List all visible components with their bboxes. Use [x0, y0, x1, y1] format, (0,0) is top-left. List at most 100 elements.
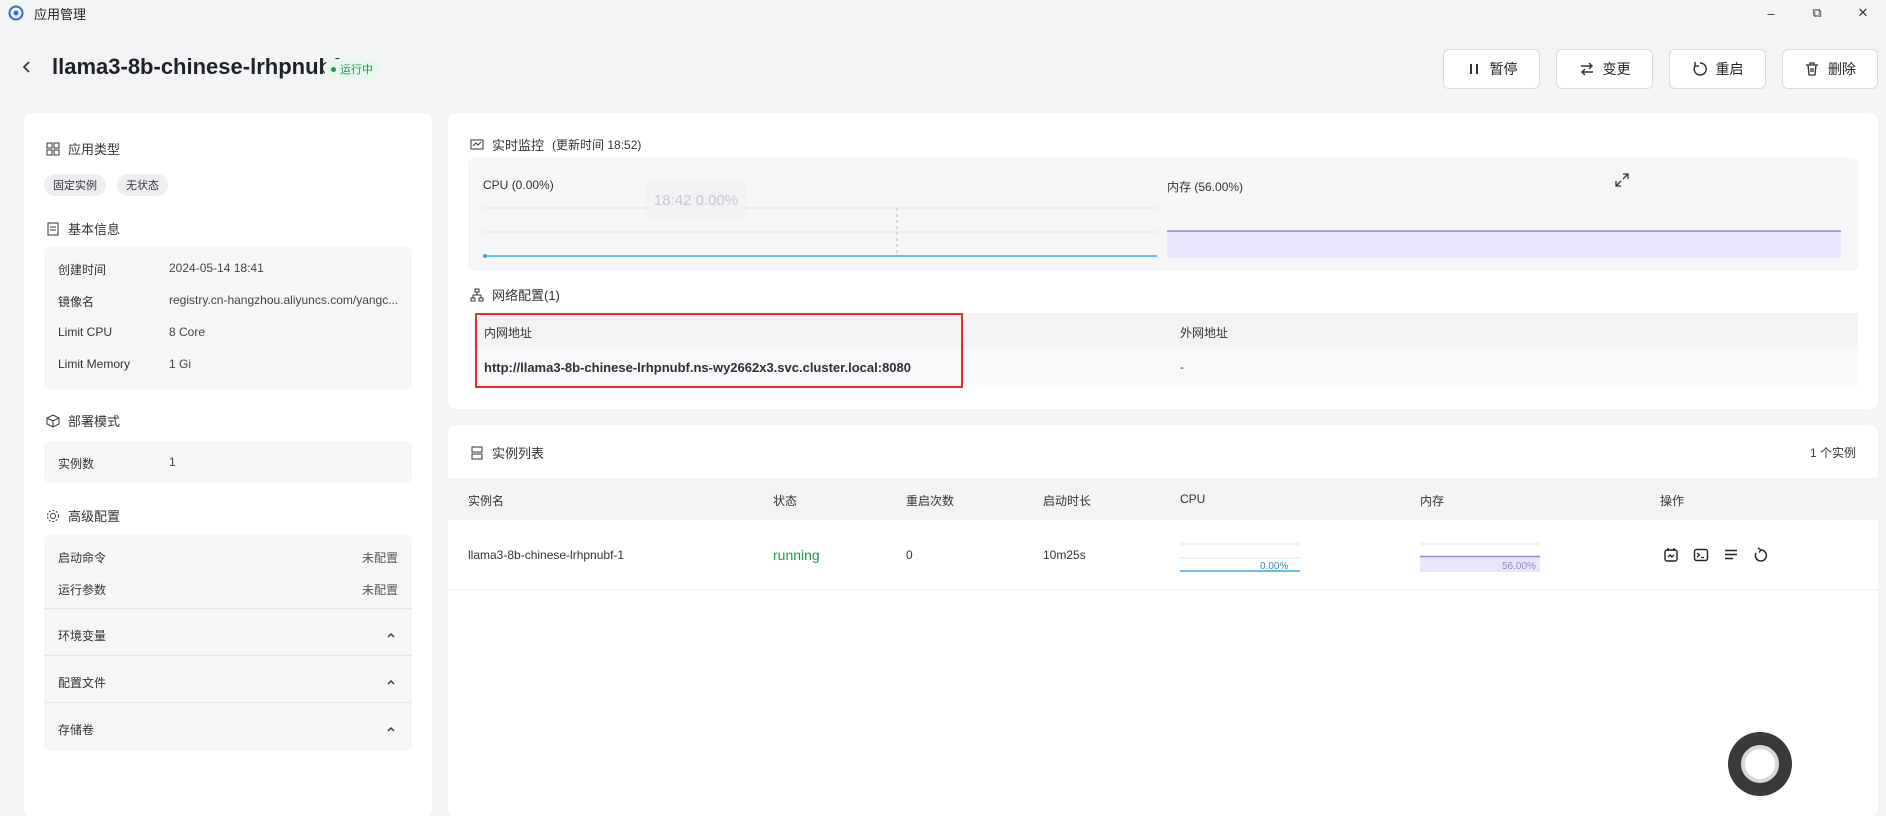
monitor-action-button[interactable] — [1662, 546, 1680, 564]
network-table-header: 内网地址 外网地址 — [474, 313, 1858, 348]
chevron-up-icon[interactable] — [386, 677, 396, 687]
change-button[interactable]: 变更 — [1556, 49, 1653, 89]
grid-icon — [46, 142, 60, 155]
chart-tooltip: 18:42 0.00% — [646, 180, 746, 220]
network-table: 内网地址 外网地址 http://llama3-8b-chinese-lrhpn… — [474, 313, 1858, 387]
chevron-up-icon[interactable] — [386, 724, 396, 734]
network-section-title: 网络配置(1) — [470, 285, 560, 304]
created-time-label: 创建时间 — [58, 263, 107, 277]
col-instance-name: 实例名 — [468, 494, 505, 508]
instance-count-label: 实例数 — [58, 457, 95, 471]
window-title: 应用管理 — [34, 6, 87, 22]
memory-value-text: (56.00%) — [1194, 180, 1244, 194]
instance-count-text: 1 个实例 — [1809, 446, 1856, 460]
instance-uptime: 10m25s — [1043, 548, 1086, 562]
memory-sparkline-chart — [1167, 230, 1841, 258]
cpu-chart-label: CPU (0.00%) — [483, 178, 554, 192]
instance-table-header: 实例名 状态 重启次数 启动时长 CPU 内存 操作 — [448, 478, 1878, 520]
image-name-value: registry.cn-hangzhou.aliyuncs.com/yangc.… — [169, 293, 399, 307]
network-icon — [470, 288, 484, 301]
deploy-mode-title: 部署模式 — [68, 414, 121, 429]
network-table-row: http://llama3-8b-chinese-lrhpnubf.ns-wy2… — [474, 348, 1858, 387]
monitor-updated-time: (更新时间 18:52) — [552, 138, 642, 152]
window-titlebar: 应用管理 – ⧉ ✕ — [0, 0, 1886, 26]
limit-cpu-label: Limit CPU — [58, 325, 113, 339]
instance-list-section-title: 实例列表 — [470, 443, 544, 462]
limit-memory-value: 1 Gi — [169, 357, 192, 371]
created-time-value: 2024-05-14 18:41 — [169, 261, 264, 275]
cube-icon — [46, 413, 60, 428]
status-dot-icon — [331, 66, 336, 72]
app-type-tag: 无状态 — [117, 174, 168, 196]
memory-label-text: 内存 — [1167, 180, 1192, 194]
restart-icon — [1693, 62, 1707, 76]
server-icon — [471, 446, 483, 459]
assistant-icon — [1741, 745, 1779, 783]
app-type-tag: 固定实例 — [44, 174, 106, 196]
fullscreen-icon[interactable] — [1614, 172, 1630, 188]
image-name-label: 镜像名 — [58, 295, 95, 309]
col-uptime: 启动时长 — [1043, 494, 1092, 508]
external-address-value: - — [1180, 360, 1184, 374]
memory-series-area — [1167, 231, 1841, 258]
basic-info-section-title: 基本信息 — [46, 219, 120, 238]
change-label: 变更 — [1602, 61, 1631, 77]
cpu-label-text: CPU — [483, 178, 509, 192]
limit-cpu-value: 8 Core — [169, 325, 206, 339]
app-type-section-title: 应用类型 — [46, 139, 120, 158]
document-icon — [47, 222, 59, 235]
internal-address-value[interactable]: http://llama3-8b-chinese-lrhpnubf.ns-wy2… — [484, 360, 911, 375]
deploy-mode-box: 实例数 1 — [44, 441, 412, 483]
back-button[interactable] — [16, 56, 38, 78]
divider — [44, 655, 412, 656]
monitor-network-panel: 实时监控 (更新时间 18:52) CPU (0.00%) 内存 (56.00%… — [448, 113, 1878, 409]
restart-button[interactable]: 重启 — [1669, 49, 1766, 89]
memory-chart-label: 内存 (56.00%) — [1167, 178, 1243, 195]
col-actions: 操作 — [1660, 494, 1685, 508]
app-logo-icon — [8, 5, 24, 21]
external-address-header: 外网地址 — [1180, 326, 1229, 340]
cpu-sparkline-chart — [483, 207, 1157, 258]
monitor-icon — [470, 139, 484, 149]
status-badge: 运行中 — [324, 59, 380, 79]
instance-list-title: 实例列表 — [492, 446, 545, 461]
chevron-left-icon — [22, 61, 30, 73]
gear-icon — [47, 509, 59, 522]
chevron-up-icon[interactable] — [386, 630, 396, 640]
config-files-collapse[interactable]: 配置文件 — [58, 674, 106, 691]
terminal-action-button[interactable] — [1692, 546, 1710, 564]
instance-memory-value: 56.00% — [1502, 561, 1536, 572]
delete-button[interactable]: 删除 — [1782, 49, 1878, 89]
instance-status: running — [773, 547, 820, 563]
instance-count-value: 1 — [169, 455, 176, 469]
col-status: 状态 — [773, 494, 798, 508]
run-args-label: 运行参数 — [58, 583, 107, 597]
floating-assistant-button[interactable] — [1728, 732, 1792, 796]
minimize-button[interactable]: – — [1748, 0, 1794, 26]
cpu-value-text: (0.00%) — [511, 178, 554, 192]
env-vars-collapse[interactable]: 环境变量 — [58, 627, 106, 644]
logs-action-button[interactable] — [1722, 546, 1740, 564]
monitor-title: 实时监控 — [492, 138, 545, 153]
advanced-config-section-title: 高级配置 — [46, 506, 120, 525]
close-button[interactable]: ✕ — [1840, 0, 1886, 26]
advanced-config-title: 高级配置 — [68, 509, 121, 524]
monitor-charts: CPU (0.00%) 内存 (56.00%) 18:42 0.00% — [468, 158, 1858, 271]
basic-info-title: 基本信息 — [68, 222, 121, 237]
divider — [44, 608, 412, 609]
status-badge-label: 运行中 — [340, 64, 373, 76]
restart-instance-button[interactable] — [1752, 546, 1770, 564]
restore-button[interactable]: ⧉ — [1794, 0, 1840, 26]
instance-cpu-value: 0.00% — [1260, 561, 1289, 572]
trash-icon — [1806, 62, 1818, 76]
storage-volumes-collapse[interactable]: 存储卷 — [58, 721, 94, 738]
monitor-section-title: 实时监控 (更新时间 18:52) — [470, 135, 641, 154]
left-info-panel: 应用类型 固定实例 无状态 基本信息 创建时间 2024-05-14 18:41… — [24, 113, 432, 816]
calendar-monitor-icon — [1664, 548, 1678, 562]
pause-label: 暂停 — [1489, 61, 1518, 77]
page-header: llama3-8b-chinese-lrhpnubf 运行中 暂停 变更 重启 … — [0, 40, 1886, 98]
refresh-icon — [1754, 547, 1768, 562]
pause-button[interactable]: 暂停 — [1443, 49, 1540, 89]
pause-icon — [1469, 64, 1478, 74]
network-title: 网络配置(1) — [492, 288, 560, 303]
